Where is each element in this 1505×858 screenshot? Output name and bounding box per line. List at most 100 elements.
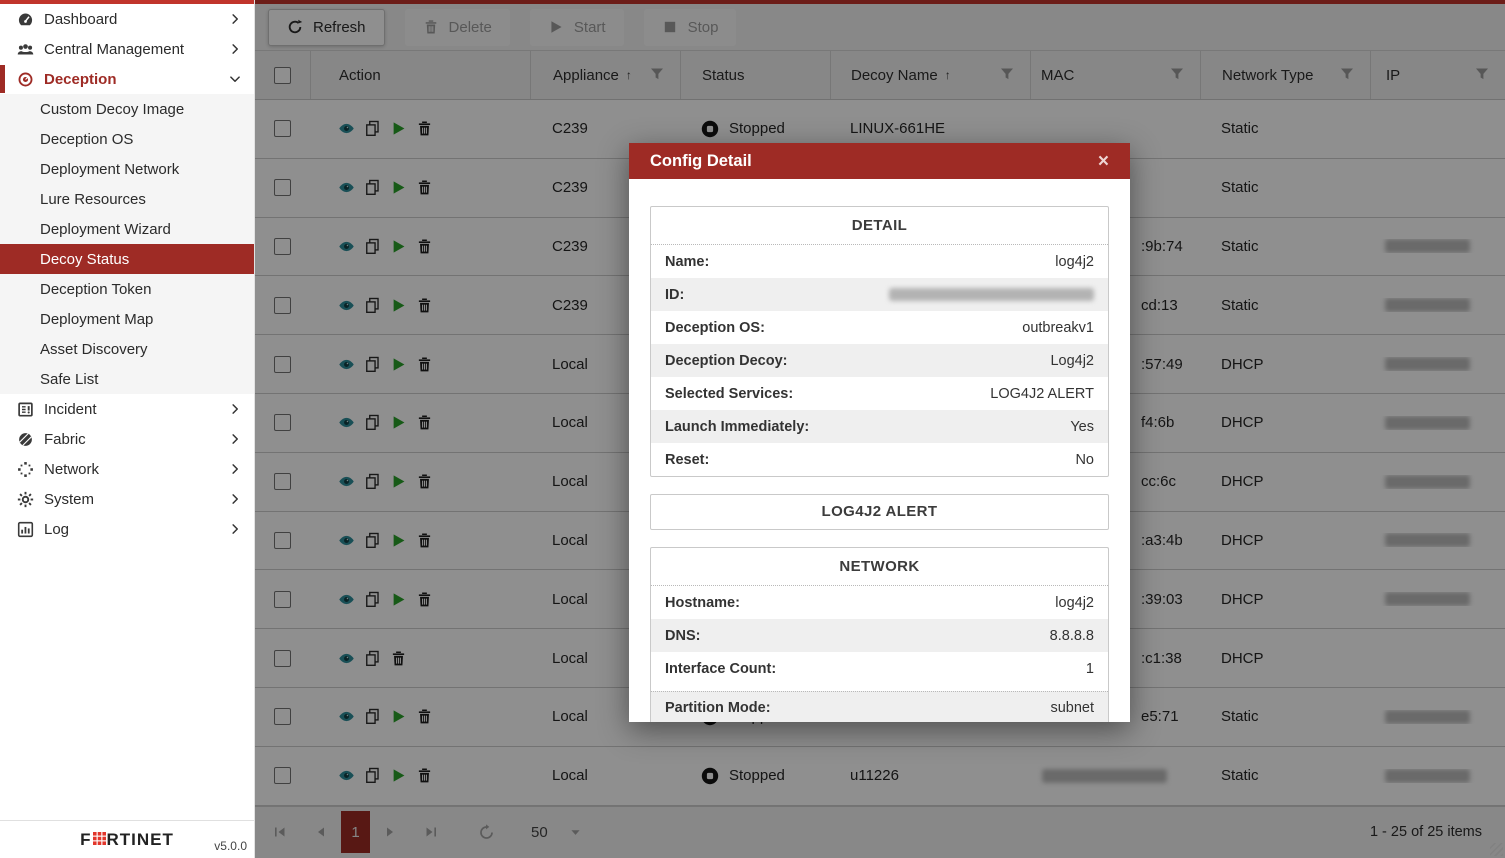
sidebar-item-deception[interactable]: Deception: [0, 64, 254, 94]
sidebar-item-label: Fabric: [44, 431, 86, 448]
modal-field-label: Deception Decoy:: [665, 353, 787, 369]
sidebar-item-dashboard[interactable]: Dashboard: [0, 4, 254, 34]
sidebar-item-label: Incident: [44, 401, 97, 418]
sidebar-item-label: Network: [44, 461, 99, 478]
modal-field-label: Deception OS:: [665, 320, 765, 336]
config-detail-modal: Config Detail × DETAIL Name: log4j2 ID: Dece…: [629, 143, 1130, 722]
sidebar-item-safe-list[interactable]: Safe List: [0, 364, 254, 394]
sidebar-item-deployment-wizard[interactable]: Deployment Wizard: [0, 214, 254, 244]
version-label: v5.0.0: [214, 839, 247, 853]
modal-field-row: DNS: 8.8.8.8: [651, 619, 1108, 652]
sidebar-item-deployment-map[interactable]: Deployment Map: [0, 304, 254, 334]
modal-field-row: Partition Mode: subnet: [651, 691, 1108, 722]
modal-field-row: Interface Count: 1: [651, 652, 1108, 685]
modal-field-row: Hostname:log4j2: [651, 586, 1108, 619]
sidebar-item-label: Log: [44, 521, 69, 538]
modal-field-value: subnet: [1050, 700, 1094, 716]
sidebar-item-label: System: [44, 491, 94, 508]
fabric-icon: [17, 431, 34, 448]
modal-field-row: ID:: [651, 278, 1108, 311]
modal-section-log4j2-alert: LOG4J2 ALERT: [650, 494, 1109, 530]
modal-section-detail: DETAIL Name: log4j2 ID: Deception OS: outbrea…: [650, 206, 1109, 477]
modal-field-label: Reset:: [665, 452, 709, 468]
modal-field-label: Selected Services:: [665, 386, 793, 402]
chevron-right-icon: [229, 403, 241, 415]
modal-field-value: log4j2: [1055, 595, 1094, 611]
modal-field-value: 8.8.8.8: [1050, 628, 1094, 644]
network-icon: [17, 461, 34, 478]
logo-text-post: RTINET: [107, 830, 174, 849]
modal-field-label: DNS:: [665, 628, 700, 644]
chevron-down-icon: [229, 73, 241, 85]
modal-field-row: Deception OS: outbreakv1: [651, 311, 1108, 344]
sidebar-subitem-label: Deployment Wizard: [40, 221, 171, 238]
sidebar-item-decoy-status[interactable]: Decoy Status: [0, 244, 254, 274]
users-icon: [17, 41, 34, 58]
modal-field-value: log4j2: [1055, 254, 1094, 270]
modal-field-value: outbreakv1: [1022, 320, 1094, 336]
modal-field-label: Interface Count:: [665, 661, 776, 677]
logo-text-pre: F: [80, 830, 91, 849]
gear-icon: [17, 491, 34, 508]
modal-field-label: Launch Immediately:: [665, 419, 809, 435]
modal-field-row: Deception Decoy: Log4j2: [651, 344, 1108, 377]
sidebar-subitem-label: Lure Resources: [40, 191, 146, 208]
modal-body: DETAIL Name: log4j2 ID: Deception OS: outbrea…: [629, 206, 1130, 722]
redacted-value: [889, 288, 1094, 301]
sidebar-item-custom-decoy-image[interactable]: Custom Decoy Image: [0, 94, 254, 124]
fortinet-dot-grid-icon: [93, 830, 106, 843]
sidebar-item-network[interactable]: Network: [0, 454, 254, 484]
sidebar-item-lure-resources[interactable]: Lure Resources: [0, 184, 254, 214]
sidebar-item-system[interactable]: System: [0, 484, 254, 514]
chevron-right-icon: [229, 493, 241, 505]
sidebar-item-deception-os[interactable]: Deception OS: [0, 124, 254, 154]
sidebar-item-label: Central Management: [44, 41, 184, 58]
sidebar-subitem-label: Decoy Status: [40, 251, 129, 268]
modal-field-row: Launch Immediately: Yes: [651, 410, 1108, 443]
sidebar-item-asset-discovery[interactable]: Asset Discovery: [0, 334, 254, 364]
modal-field-value: Yes: [1070, 419, 1094, 435]
target-icon: [17, 71, 34, 88]
modal-header: Config Detail ×: [629, 143, 1130, 179]
modal-field-row: Selected Services: LOG4J2 ALERT: [651, 377, 1108, 410]
chevron-right-icon: [229, 433, 241, 445]
chevron-right-icon: [229, 463, 241, 475]
modal-section-title: LOG4J2 ALERT: [651, 495, 1108, 529]
gauge-icon: [17, 11, 34, 28]
sidebar-item-deception-token[interactable]: Deception Token: [0, 274, 254, 304]
modal-field-row: Reset: No: [651, 443, 1108, 476]
sidebar-subitem-label: Deception OS: [40, 131, 133, 148]
sidebar-item-log[interactable]: Log: [0, 514, 254, 544]
sidebar-subitem-label: Deception Token: [40, 281, 151, 298]
modal-field-value: No: [1075, 452, 1094, 468]
sidebar-item-central-management[interactable]: Central Management: [0, 34, 254, 64]
sidebar-item-fabric[interactable]: Fabric: [0, 424, 254, 454]
modal-title: Config Detail: [650, 152, 752, 171]
sidebar-subitem-label: Custom Decoy Image: [40, 101, 184, 118]
sidebar-nav: Dashboard Central Management Deception Cust…: [0, 4, 254, 544]
sidebar-item-incident[interactable]: Incident: [0, 394, 254, 424]
modal-field-value: 1: [1086, 661, 1094, 677]
incident-icon: [17, 401, 34, 418]
modal-section-title: NETWORK: [651, 548, 1108, 586]
chart-icon: [17, 521, 34, 538]
modal-field-value: LOG4J2 ALERT: [990, 386, 1094, 402]
modal-field-label: Partition Mode:: [665, 700, 771, 716]
chevron-right-icon: [229, 523, 241, 535]
main-content: RefreshDeleteStartStop ActionAppliance↑S…: [255, 0, 1505, 858]
chevron-right-icon: [229, 43, 241, 55]
modal-field-label: Name:: [665, 254, 709, 270]
sidebar-subitem-label: Asset Discovery: [40, 341, 148, 358]
sidebar-item-deployment-network[interactable]: Deployment Network: [0, 154, 254, 184]
sidebar-item-label: Dashboard: [44, 11, 117, 28]
sidebar-item-label: Deception: [44, 71, 117, 88]
sidebar-submenu-deception: Custom Decoy Image Deception OS Deployment…: [0, 94, 254, 394]
modal-field-row: Name: log4j2: [651, 245, 1108, 278]
modal-field-value: Log4j2: [1050, 353, 1094, 369]
modal-field-label: ID:: [665, 287, 684, 303]
modal-section-title: DETAIL: [651, 207, 1108, 245]
modal-section-network: NETWORKHostname:log4j2 DNS: 8.8.8.8 Interfa…: [650, 547, 1109, 722]
chevron-right-icon: [229, 13, 241, 25]
close-icon[interactable]: ×: [1098, 152, 1109, 171]
sidebar: Dashboard Central Management Deception Cust…: [0, 0, 255, 858]
